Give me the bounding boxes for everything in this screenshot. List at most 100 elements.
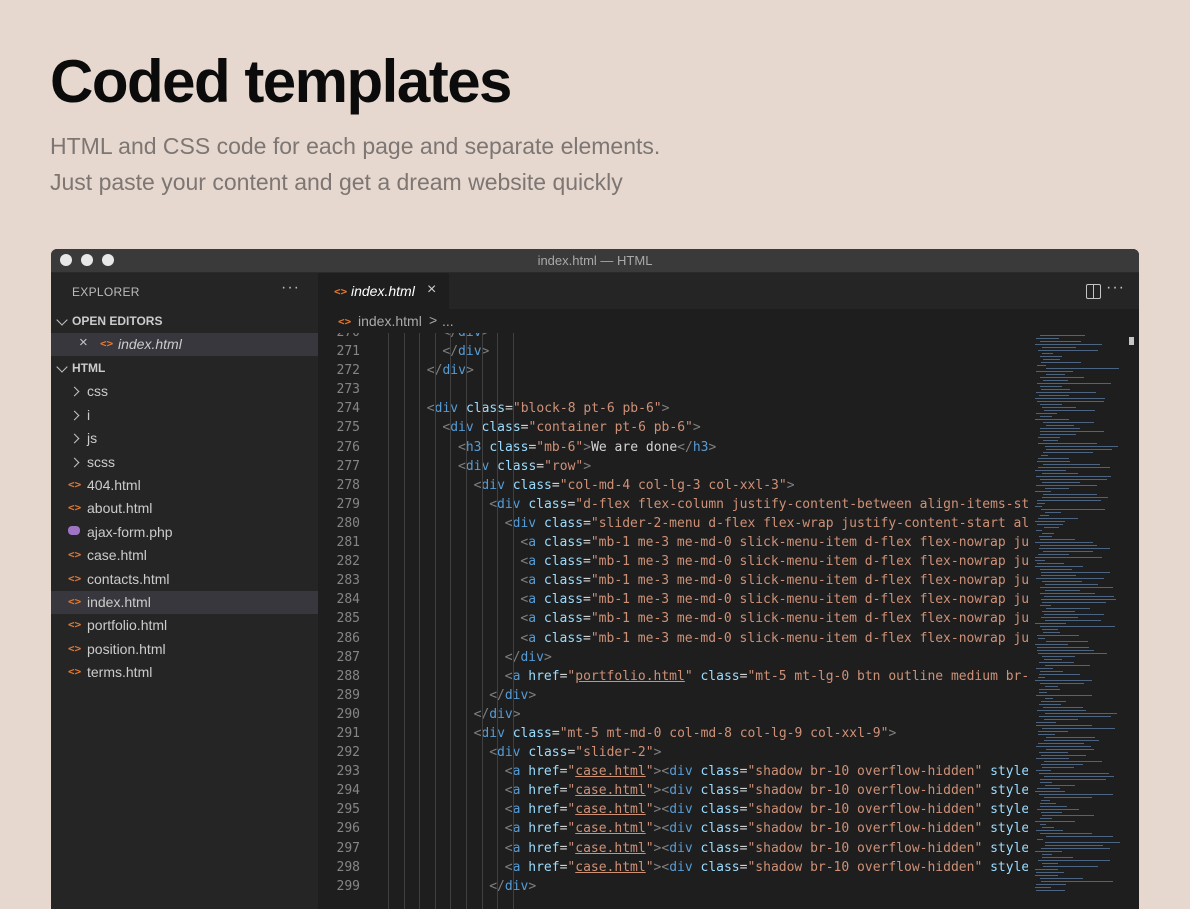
- minimap-line: [1042, 497, 1108, 498]
- code-token: >: [465, 363, 474, 379]
- minimap-line: [1036, 485, 1097, 486]
- line-number: 277: [336, 458, 360, 474]
- minimap-line: [1039, 674, 1080, 675]
- minimap-line: [1040, 824, 1046, 825]
- code-line: 277 <div class="row">: [318, 457, 1028, 476]
- line-content: <a href="case.html"><div class="shadow b…: [505, 762, 1028, 781]
- html-file-icon: <>: [68, 665, 82, 679]
- chevron-right-icon: [69, 433, 80, 444]
- minimap[interactable]: [1033, 333, 1125, 909]
- code-token: case.html: [575, 859, 646, 875]
- code-line: 298 <a href="case.html"><div class="shado…: [318, 858, 1028, 877]
- folder-item[interactable]: js: [51, 427, 318, 450]
- open-editor-item[interactable]: × <> index.html: [51, 333, 318, 357]
- minimap-line: [1044, 797, 1092, 798]
- minimap-line: [1042, 407, 1076, 408]
- code-token: class: [543, 515, 584, 531]
- file-item[interactable]: <> portfolio.html: [51, 614, 318, 637]
- folder-item[interactable]: scss: [51, 451, 318, 474]
- minimap-line: [1036, 884, 1066, 885]
- minimap-line: [1036, 695, 1092, 696]
- minimap-line: [1043, 380, 1068, 381]
- minimap-line: [1035, 680, 1092, 681]
- code-token: class: [700, 821, 740, 837]
- minimap-line: [1042, 728, 1115, 729]
- code-token: ><: [653, 783, 670, 799]
- code-token: "mb-6": [536, 439, 584, 455]
- code-area[interactable]: 270</div>271</div>272</div>273274<div cl…: [318, 333, 1028, 909]
- minimap-line: [1040, 386, 1062, 387]
- file-item[interactable]: <> position.html: [51, 638, 318, 661]
- folder-item[interactable]: css: [51, 380, 318, 403]
- line-number: 295: [336, 802, 360, 818]
- elephant-icon: [68, 525, 80, 535]
- explorer-title: EXPLORER: [72, 285, 140, 299]
- minimap-line: [1035, 623, 1066, 624]
- minimap-line: [1036, 371, 1073, 372]
- breadcrumb-file[interactable]: index.html: [358, 313, 422, 329]
- minimap-line: [1037, 839, 1043, 840]
- close-icon[interactable]: ×: [427, 281, 436, 299]
- code-token: ><: [653, 764, 670, 780]
- file-label: about.html: [87, 500, 153, 517]
- breadcrumb-more[interactable]: ...: [442, 313, 454, 329]
- file-item[interactable]: <> terms.html: [51, 661, 318, 684]
- file-label: case.html: [87, 547, 147, 564]
- file-item[interactable]: <> 404.html: [51, 474, 318, 497]
- close-icon[interactable]: ×: [79, 334, 88, 351]
- code-token: href: [528, 859, 560, 875]
- explorer-header: EXPLORER ···: [51, 273, 318, 309]
- code-token: >: [786, 477, 795, 493]
- code-token: "block-8 pt-6 pb-6": [512, 401, 662, 417]
- minimap-line: [1035, 542, 1093, 543]
- minimap-line: [1043, 632, 1060, 633]
- scrollbar-thumb[interactable]: [1129, 337, 1134, 345]
- minimap-line: [1037, 524, 1063, 525]
- minimap-line: [1040, 479, 1107, 480]
- code-token: div: [669, 859, 693, 875]
- line-content: <a href="portfolio.html" class="mt-5 mt-…: [505, 667, 1028, 686]
- code-token: <: [458, 458, 466, 474]
- code-token: "shadow br-10 overflow-hidden": [747, 821, 983, 837]
- line-content: <a href="case.html"><div class="shadow b…: [505, 819, 1028, 838]
- file-item[interactable]: <> about.html: [51, 497, 318, 520]
- minimap-line: [1038, 518, 1078, 519]
- file-item[interactable]: <> contacts.html: [51, 568, 318, 591]
- code-token: "mt-5 mt-md-0 col-md-8 col-lg-9 col-xxl-…: [559, 725, 889, 741]
- code-token: div: [458, 344, 482, 360]
- explorer-more-icon[interactable]: ···: [281, 279, 300, 297]
- indent-guide: [497, 333, 499, 909]
- minimap-line: [1036, 746, 1091, 747]
- minimap-line: [1041, 362, 1081, 363]
- minimap-line: [1035, 506, 1042, 507]
- code-token: a: [528, 573, 537, 589]
- minimap-line: [1036, 476, 1111, 477]
- open-editors-section[interactable]: OPEN EDITORS: [51, 309, 318, 333]
- indent-guide: [512, 333, 514, 909]
- code-token: =: [551, 477, 560, 493]
- minimap-line: [1037, 710, 1086, 711]
- file-item[interactable]: ajax-form.php: [51, 521, 318, 544]
- page-title: Coded templates: [50, 48, 512, 115]
- folder-item[interactable]: i: [51, 404, 318, 427]
- html-folder-section[interactable]: HTML: [51, 356, 318, 380]
- code-token: >: [528, 878, 537, 894]
- code-token: "col-md-4 col-lg-3 col-xxl-3": [559, 477, 787, 493]
- code-token: ": [684, 668, 693, 684]
- minimap-line: [1046, 368, 1119, 369]
- code-token: style: [990, 840, 1028, 856]
- file-item[interactable]: <> index.html: [51, 590, 318, 615]
- file-label: contacts.html: [87, 570, 170, 587]
- tab-index-html[interactable]: <> index.html ×: [318, 273, 449, 309]
- minimap-line: [1036, 668, 1053, 669]
- window-title: index.html — HTML: [537, 253, 653, 268]
- minimap-line: [1039, 704, 1061, 705]
- minimap-line: [1042, 482, 1080, 483]
- file-item[interactable]: <> case.html: [51, 544, 318, 567]
- more-actions-icon[interactable]: ···: [1106, 279, 1125, 297]
- line-number: 271: [336, 344, 360, 360]
- minimap-line: [1041, 848, 1110, 849]
- code-token: <: [504, 783, 513, 799]
- split-editor-icon[interactable]: [1086, 284, 1101, 299]
